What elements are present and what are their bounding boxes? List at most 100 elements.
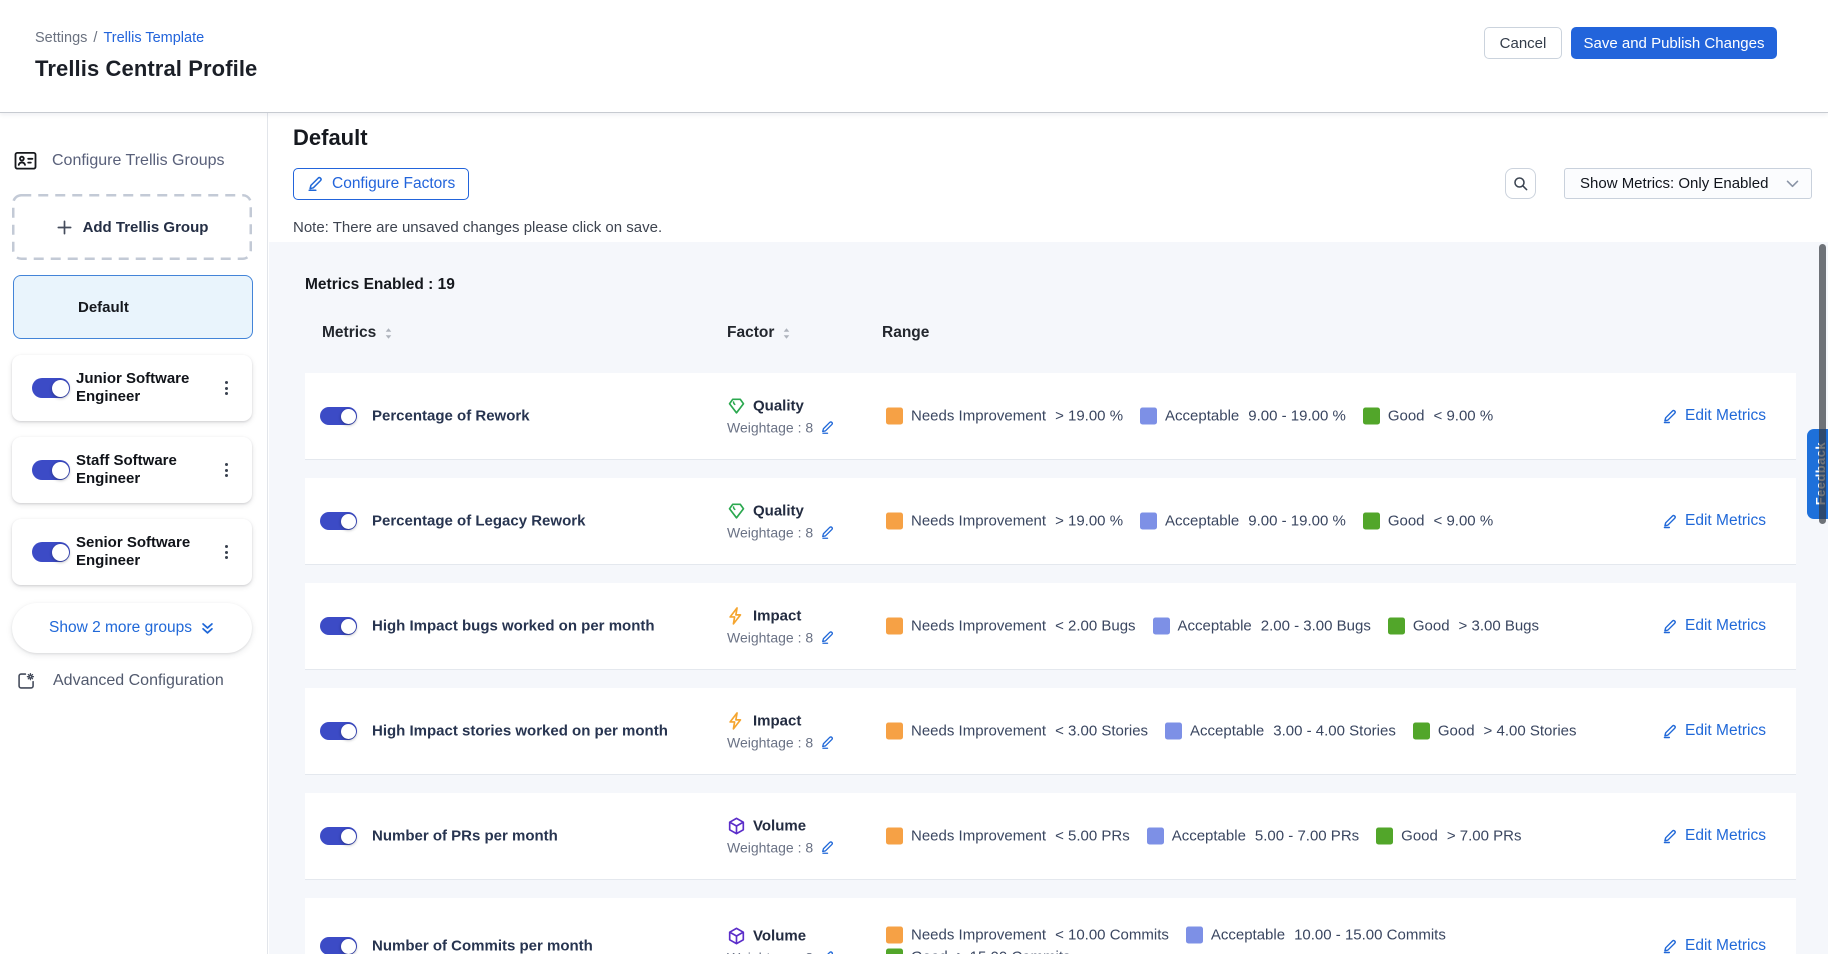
group-label: Senior Software Engineer <box>76 534 222 570</box>
sidebar-group-card[interactable]: Senior Software Engineer <box>12 519 252 585</box>
group-toggle[interactable] <box>32 542 70 562</box>
weightage-text: Weightage : 8 <box>727 735 813 751</box>
weightage: Weightage : 8 <box>727 420 834 436</box>
edit-weightage-icon[interactable] <box>820 631 834 645</box>
group-toggle[interactable] <box>32 460 70 480</box>
edit-metrics-button[interactable]: Edit Metrics <box>1662 937 1766 954</box>
metric-toggle[interactable] <box>320 407 357 425</box>
save-and-publish-button[interactable]: Save and Publish Changes <box>1571 27 1777 59</box>
range-label: Needs Improvement <box>911 408 1046 425</box>
metric-toggle[interactable] <box>320 512 357 530</box>
breadcrumb-settings[interactable]: Settings <box>35 30 87 46</box>
breadcrumb-trellis-template[interactable]: Trellis Template <box>103 30 204 46</box>
sidebar-group-card[interactable]: Staff Software Engineer <box>12 437 252 503</box>
impact-lightning-icon <box>727 607 746 626</box>
range-value: > 19.00 % <box>1055 408 1123 425</box>
factor-icon <box>727 712 746 731</box>
toggle-knob <box>341 939 356 954</box>
edit-weightage-icon[interactable] <box>820 951 834 954</box>
range-value: 2.00 - 3.00 Bugs <box>1261 618 1371 635</box>
edit-metrics-button[interactable]: Edit Metrics <box>1662 617 1766 635</box>
vertical-scrollbar-thumb[interactable] <box>1819 244 1826 524</box>
table-header-row: Metrics Factor Range <box>305 324 1796 342</box>
add-trellis-group-button[interactable]: Add Trellis Group <box>12 194 252 260</box>
weightage-text: Weightage : 8 <box>727 630 813 646</box>
column-header-metrics[interactable]: Metrics <box>322 324 393 342</box>
factor-name: Volume <box>753 928 806 945</box>
metric-toggle[interactable] <box>320 937 357 954</box>
range-label: Acceptable <box>1178 618 1252 635</box>
sidebar-group-default[interactable]: Default <box>13 275 253 339</box>
metric-name: Number of PRs per month <box>372 828 558 845</box>
range-value: < 9.00 % <box>1434 408 1494 425</box>
metric-name: High Impact stories worked on per month <box>372 723 668 740</box>
kebab-menu-icon[interactable] <box>217 541 235 563</box>
kebab-menu-icon[interactable] <box>217 377 235 399</box>
show-more-groups-button[interactable]: Show 2 more groups <box>12 603 252 653</box>
volume-cube-icon <box>727 927 746 946</box>
edit-metrics-button[interactable]: Edit Metrics <box>1662 407 1766 425</box>
range-color-swatch <box>1363 513 1380 530</box>
metric-name: High Impact bugs worked on per month <box>372 618 655 635</box>
column-header-factor[interactable]: Factor <box>727 324 791 342</box>
range-color-swatch <box>886 828 903 845</box>
advanced-configuration-link[interactable]: Advanced Configuration <box>16 671 224 691</box>
main-header: Default Configure Factors Show Metrics: … <box>269 114 1828 242</box>
edit-metrics-button[interactable]: Edit Metrics <box>1662 722 1766 740</box>
volume-cube-icon <box>727 817 746 836</box>
edit-metrics-button[interactable]: Edit Metrics <box>1662 827 1766 845</box>
range-cell: Needs Improvement > 19.00 % Acceptable 9… <box>886 513 1641 530</box>
range-item: Acceptable 3.00 - 4.00 Stories <box>1165 723 1396 740</box>
configure-factors-button[interactable]: Configure Factors <box>293 168 469 200</box>
toggle-knob <box>341 829 356 844</box>
factor-name: Impact <box>753 608 801 625</box>
range-cell: Needs Improvement < 2.00 Bugs Acceptable… <box>886 618 1641 635</box>
range-value: 3.00 - 4.00 Stories <box>1273 723 1396 740</box>
range-color-swatch <box>1165 723 1182 740</box>
weightage: Weightage : 8 <box>727 630 834 646</box>
range-value: 9.00 - 19.00 % <box>1248 408 1346 425</box>
range-value: > 4.00 Stories <box>1484 723 1577 740</box>
edit-metrics-label: Edit Metrics <box>1685 722 1766 740</box>
show-metrics-dropdown[interactable]: Show Metrics: Only Enabled <box>1564 168 1812 199</box>
range-color-swatch <box>1363 408 1380 425</box>
range-cell: Needs Improvement > 19.00 % Acceptable 9… <box>886 408 1641 425</box>
metric-row: High Impact bugs worked on per month Imp… <box>305 583 1796 670</box>
range-item: Good > 3.00 Bugs <box>1388 618 1539 635</box>
metric-toggle[interactable] <box>320 617 357 635</box>
metric-toggle[interactable] <box>320 827 357 845</box>
advanced-configuration-label: Advanced Configuration <box>53 672 224 690</box>
edit-weightage-icon[interactable] <box>820 526 834 540</box>
range-item: Needs Improvement > 19.00 % <box>886 408 1123 425</box>
edit-weightage-icon[interactable] <box>820 841 834 855</box>
edit-weightage-icon[interactable] <box>820 736 834 750</box>
range-value: > 19.00 % <box>1055 513 1123 530</box>
edit-metrics-button[interactable]: Edit Metrics <box>1662 512 1766 530</box>
edit-weightage-icon[interactable] <box>820 421 834 435</box>
weightage-text: Weightage : 8 <box>727 840 813 856</box>
range-value: 10.00 - 15.00 Commits <box>1294 927 1446 944</box>
column-header-range-label: Range <box>882 324 929 342</box>
pencil-icon <box>1662 514 1677 529</box>
toggle-knob <box>341 409 356 424</box>
factor-cell: Quality Weightage : 8 <box>727 397 834 436</box>
configure-factors-label: Configure Factors <box>332 175 455 193</box>
toggle-knob <box>341 724 356 739</box>
page-title: Trellis Central Profile <box>35 56 257 82</box>
cancel-button[interactable]: Cancel <box>1484 27 1562 59</box>
group-toggle[interactable] <box>32 378 70 398</box>
edit-metrics-label: Edit Metrics <box>1685 937 1766 954</box>
metric-toggle[interactable] <box>320 722 357 740</box>
sidebar-group-card[interactable]: Junior Software Engineer <box>12 355 252 421</box>
range-color-swatch <box>1388 618 1405 635</box>
sidebar: Configure Trellis Groups Add Trellis Gro… <box>0 113 268 954</box>
advanced-configuration-icon <box>16 671 36 691</box>
search-button[interactable] <box>1505 168 1536 199</box>
range-label: Needs Improvement <box>911 513 1046 530</box>
quality-gem-icon <box>727 397 746 416</box>
sort-icon[interactable] <box>782 327 791 340</box>
kebab-menu-icon[interactable] <box>217 459 235 481</box>
group-label: Junior Software Engineer <box>76 370 222 406</box>
sort-icon[interactable] <box>384 327 393 340</box>
search-icon <box>1512 175 1529 192</box>
